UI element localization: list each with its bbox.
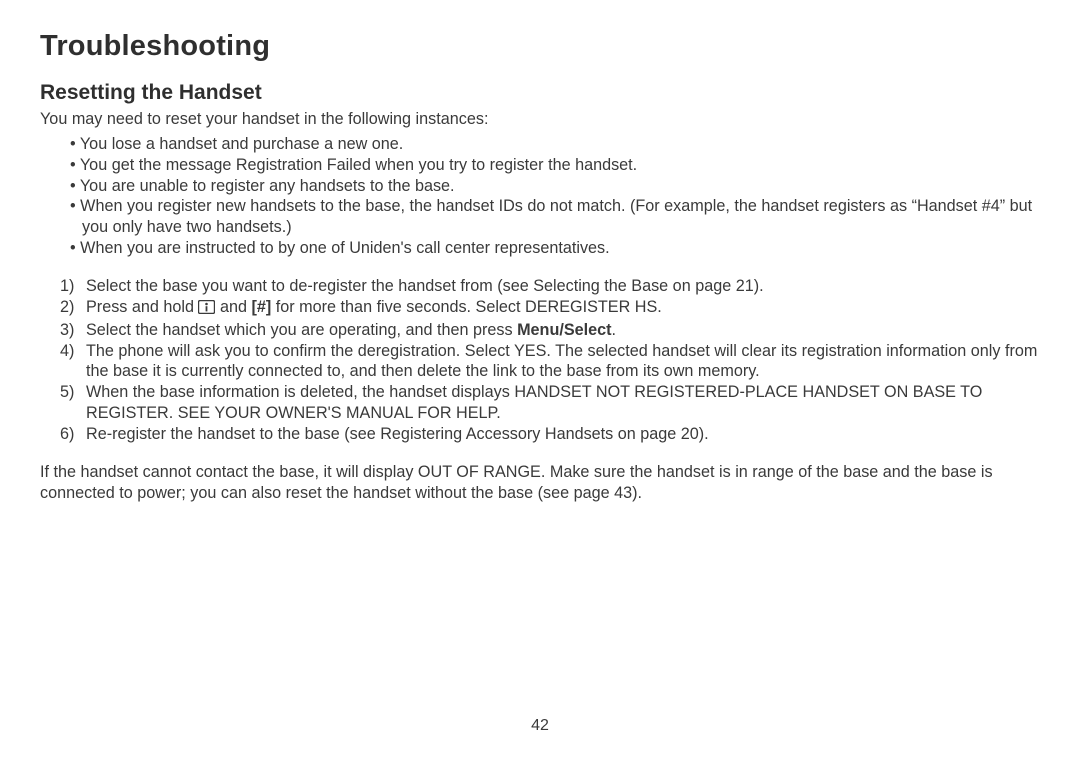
step-item: Re-register the handset to the base (see… xyxy=(60,424,1044,445)
when-list: You lose a handset and purchase a new on… xyxy=(40,134,1044,258)
step-text: and xyxy=(215,298,251,316)
page-title: Troubleshooting xyxy=(40,30,1044,63)
step-item: Select the base you want to de-register … xyxy=(60,276,1044,297)
menu-select-label: Menu/Select xyxy=(517,321,611,339)
step-text: . xyxy=(612,321,617,339)
step-text: for more than five seconds. Select DEREG… xyxy=(271,298,661,316)
list-item: You are unable to register any handsets … xyxy=(70,176,1044,197)
step-item: The phone will ask you to confirm the de… xyxy=(60,341,1044,382)
step-item: Press and hold and [#] for more than fiv… xyxy=(60,297,1044,320)
page-number: 42 xyxy=(0,717,1080,735)
end-key-icon xyxy=(198,299,215,320)
section-heading: Resetting the Handset xyxy=(40,81,1044,105)
manual-page: Troubleshooting Resetting the Handset Yo… xyxy=(0,0,1080,759)
step-item: When the base information is deleted, th… xyxy=(60,382,1044,423)
closing-text: If the handset cannot contact the base, … xyxy=(40,462,1040,503)
step-text: Select the handset which you are operati… xyxy=(86,321,517,339)
step-text: Press and hold xyxy=(86,298,198,316)
intro-text: You may need to reset your handset in th… xyxy=(40,109,1044,130)
list-item: You lose a handset and purchase a new on… xyxy=(70,134,1044,155)
step-item: Select the handset which you are operati… xyxy=(60,320,1044,341)
hash-key-label: [#] xyxy=(252,298,272,316)
list-item: When you are instructed to by one of Uni… xyxy=(70,238,1044,259)
list-item: You get the message Registration Failed … xyxy=(70,155,1044,176)
steps-list: Select the base you want to de-register … xyxy=(40,276,1044,444)
list-item: When you register new handsets to the ba… xyxy=(70,196,1044,237)
